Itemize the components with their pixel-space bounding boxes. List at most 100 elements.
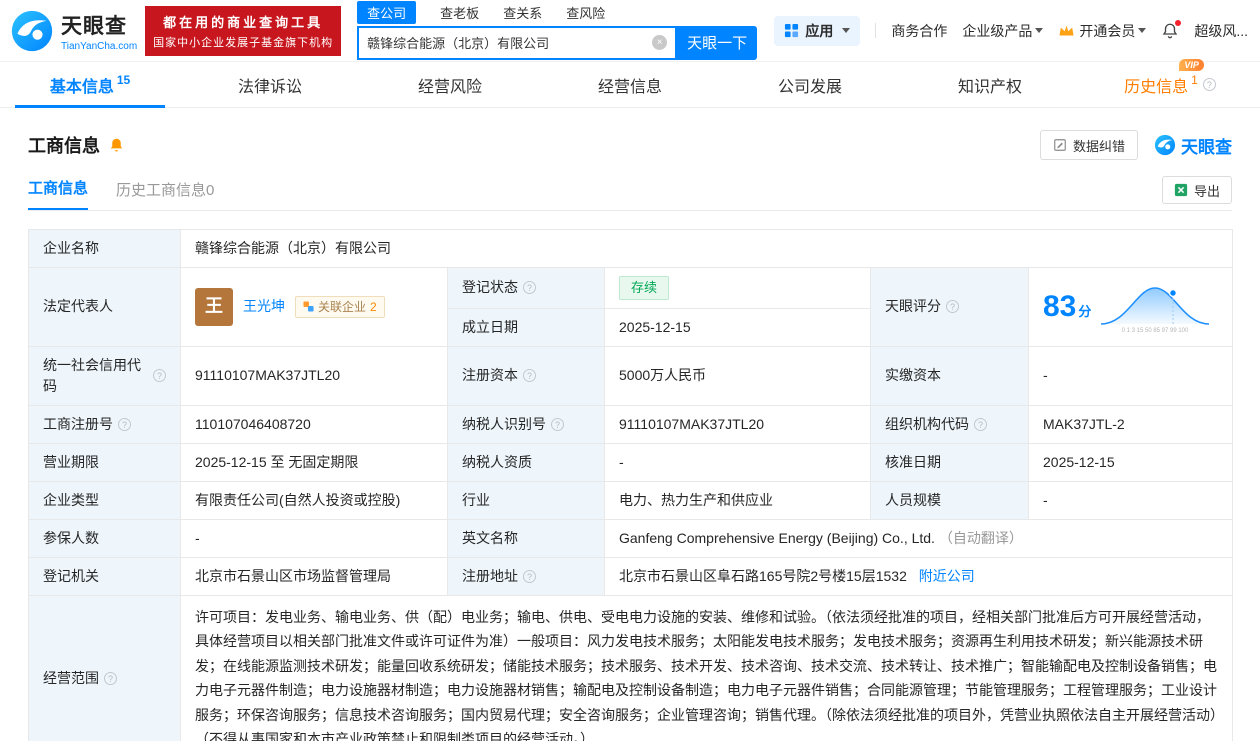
search-tab-company[interactable]: 查公司	[357, 1, 416, 24]
business-term-label: 营业期限	[29, 443, 181, 481]
menu-super-risk[interactable]: 超级风...	[1194, 21, 1248, 41]
establish-date-label: 成立日期	[448, 308, 605, 346]
nearby-companies-link[interactable]: 附近公司	[919, 568, 975, 584]
org-code-value: MAK37JTL-2	[1029, 405, 1233, 443]
table-row: 营业期限 2025-12-15 至 无固定期限 纳税人资质 - 核准日期 202…	[29, 443, 1233, 481]
reg-address-label: 注册地址	[448, 557, 605, 595]
tab-intellectual-property[interactable]: 知识产权	[900, 62, 1080, 107]
table-row: 企业名称 赣锋综合能源（北京）有限公司	[29, 230, 1233, 268]
help-icon[interactable]	[118, 418, 131, 431]
help-icon[interactable]	[974, 418, 987, 431]
search-tab-boss[interactable]: 查老板	[440, 3, 479, 22]
search-input[interactable]	[367, 35, 652, 50]
tab-company-development[interactable]: 公司发展	[720, 62, 900, 107]
menu-enterprise[interactable]: 企业级产品	[962, 21, 1043, 41]
subtab-business-info[interactable]: 工商信息	[28, 177, 88, 210]
company-name-label: 企业名称	[29, 230, 181, 268]
search-tab-risk[interactable]: 查风险	[566, 3, 605, 22]
reg-authority-label: 登记机关	[29, 557, 181, 595]
paid-capital-value: -	[1029, 346, 1233, 405]
notification-bell-icon[interactable]	[1161, 22, 1179, 40]
english-name-label: 英文名称	[448, 519, 605, 557]
table-row: 工商注册号 110107046408720 纳税人识别号 91110107MAK…	[29, 405, 1233, 443]
approval-date-value: 2025-12-15	[1029, 443, 1233, 481]
brand-domain: TianYanCha.com	[61, 41, 137, 52]
search-tab-relation[interactable]: 查关系	[503, 3, 542, 22]
help-icon[interactable]	[523, 369, 536, 382]
tab-label: 法律诉讼	[238, 73, 302, 97]
chevron-down-icon	[1138, 28, 1146, 33]
main-content: 工商信息 数据纠错	[0, 130, 1260, 741]
tianyancha-watermark: 天眼查	[1154, 133, 1232, 158]
tianyan-score[interactable]: 83分 0 1 3 15 50 85 97 99 100	[1043, 280, 1218, 334]
excel-icon	[1174, 183, 1188, 197]
tab-basic-info[interactable]: 基本信息 15	[0, 62, 180, 107]
edit-icon	[1053, 138, 1067, 152]
menu-vip[interactable]: 开通会员	[1058, 21, 1146, 41]
slogan-banner: 都在用的商业查询工具 国家中小企业发展子基金旗下机构	[145, 6, 341, 56]
reg-address-value: 北京市石景山区阜石路165号院2号楼15层1532	[619, 568, 907, 584]
subscribe-bell-icon[interactable]	[108, 137, 125, 154]
notification-dot	[1175, 20, 1181, 26]
score-cell: 83分 0 1 3 15 50 85 97 99 100	[1029, 268, 1233, 347]
score-distribution-chart: 0 1 3 15 50 85 97 99 100	[1099, 280, 1211, 334]
industry-value: 电力、热力生产和供应业	[605, 481, 871, 519]
data-correction-label: 数据纠错	[1073, 136, 1125, 155]
tab-operation-info[interactable]: 经营信息	[540, 62, 720, 107]
score-unit: 分	[1078, 304, 1091, 319]
english-name-cell: Ganfeng Comprehensive Energy (Beijing) C…	[605, 519, 1233, 557]
legal-rep-avatar[interactable]: 王	[195, 288, 233, 326]
tab-label: 知识产权	[958, 73, 1022, 97]
table-row: 统一社会信用代码 91110107MAK37JTL20 注册资本 5000万人民…	[29, 346, 1233, 405]
related-companies-badge[interactable]: 关联企业 2	[295, 296, 385, 318]
company-name-value: 赣锋综合能源（北京）有限公司	[181, 230, 1233, 268]
paid-capital-label: 实缴资本	[871, 346, 1029, 405]
help-icon[interactable]	[551, 418, 564, 431]
menu-cooperation[interactable]: 商务合作	[891, 21, 947, 41]
section-head-right: 数据纠错 天眼查	[1040, 130, 1232, 160]
help-icon[interactable]	[153, 369, 166, 382]
help-icon[interactable]	[523, 570, 536, 583]
tab-legal-litigation[interactable]: 法律诉讼	[180, 62, 360, 107]
taxpayer-quality-label: 纳税人资质	[448, 443, 605, 481]
export-label: 导出	[1194, 181, 1220, 200]
help-icon[interactable]	[946, 300, 959, 313]
tianyancha-logo[interactable]: 天眼查 TianYanCha.com	[10, 9, 137, 53]
legal-rep-name-link[interactable]: 王光坤	[243, 296, 285, 317]
company-nav-tabs: 基本信息 15 法律诉讼 经营风险 经营信息 公司发展 知识产权 历史信息 1 …	[0, 62, 1260, 108]
menu-apps-label: 应用	[805, 21, 833, 41]
tianyancha-logo-icon	[10, 9, 54, 53]
table-row: 企业类型 有限责任公司(自然人投资或控股) 行业 电力、热力生产和供应业 人员规…	[29, 481, 1233, 519]
tianyancha-watermark-text: 天眼查	[1181, 133, 1232, 158]
industry-label: 行业	[448, 481, 605, 519]
data-correction-button[interactable]: 数据纠错	[1040, 130, 1138, 160]
status-badge: 存续	[619, 276, 669, 300]
uscc-label: 统一社会信用代码	[29, 346, 181, 405]
tab-operation-risk[interactable]: 经营风险	[360, 62, 540, 107]
help-icon[interactable]	[104, 672, 117, 685]
help-icon[interactable]	[1203, 78, 1216, 91]
tab-label: 公司发展	[778, 73, 842, 97]
section-head: 工商信息 数据纠错	[28, 130, 1232, 160]
slogan-line2: 国家中小企业发展子基金旗下机构	[145, 34, 341, 50]
menu-apps[interactable]: 应用	[774, 16, 860, 46]
score-label: 天眼评分	[871, 268, 1029, 347]
subtab-history-business-info[interactable]: 历史工商信息0	[116, 179, 214, 210]
table-row: 参保人数 - 英文名称 Ganfeng Comprehensive Energy…	[29, 519, 1233, 557]
tab-history-info[interactable]: 历史信息 1 VIP	[1080, 62, 1260, 107]
legal-rep-cell: 王 王光坤 关联企业 2	[181, 268, 448, 347]
tianyancha-watermark-icon	[1154, 134, 1176, 156]
insured-count-label: 参保人数	[29, 519, 181, 557]
business-scope-value: 许可项目：发电业务、输电业务、供（配）电业务；输电、供电、受电电力设施的安装、维…	[181, 595, 1233, 741]
taxpayer-quality-value: -	[605, 443, 871, 481]
tab-label: 经营信息	[598, 73, 662, 97]
help-icon[interactable]	[523, 281, 536, 294]
company-type-value: 有限责任公司(自然人投资或控股)	[181, 481, 448, 519]
insured-count-value: -	[181, 519, 448, 557]
clear-icon[interactable]: ×	[652, 35, 667, 50]
export-button[interactable]: 导出	[1162, 176, 1232, 204]
apps-grid-icon	[784, 23, 799, 38]
search-button[interactable]: 天眼一下	[677, 26, 757, 60]
brand-name: 天眼查	[61, 10, 137, 40]
menu-divider	[875, 23, 876, 38]
